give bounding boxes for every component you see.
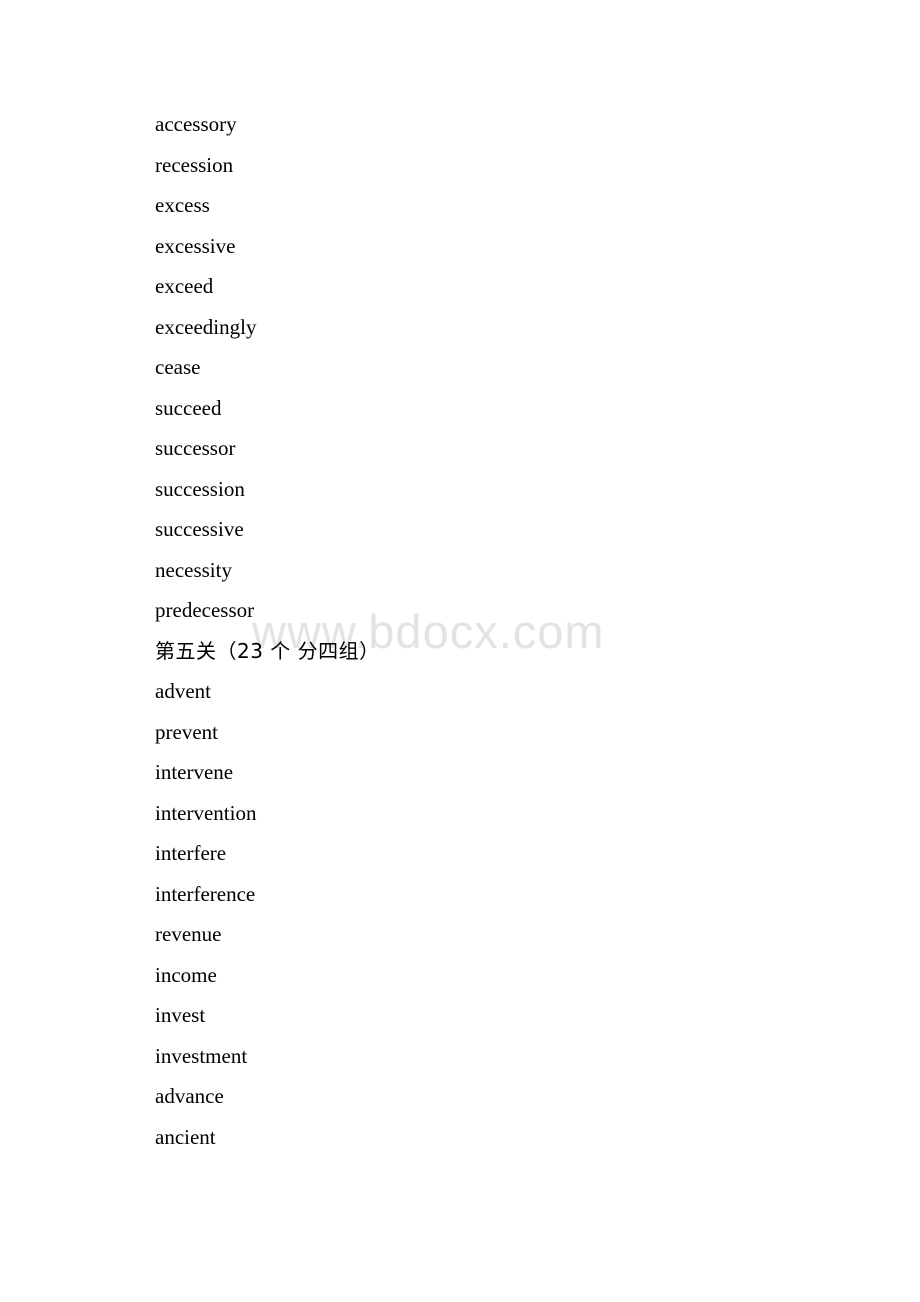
vocabulary-word: exceedingly xyxy=(155,314,257,339)
vocabulary-word: investment xyxy=(155,1043,248,1068)
vocabulary-word: revenue xyxy=(155,922,222,946)
vocabulary-word: excess xyxy=(155,193,210,217)
vocabulary-word: successive xyxy=(155,517,244,541)
vocabulary-word: predecessor xyxy=(155,598,255,622)
vocabulary-word: succession xyxy=(155,476,245,501)
vocabulary-word: recession xyxy=(155,152,234,177)
vocabulary-word: income xyxy=(155,962,217,987)
vocabulary-word: intervention xyxy=(155,800,257,825)
vocabulary-word: advent xyxy=(155,679,211,703)
vocabulary-word: invest xyxy=(155,1003,206,1027)
document-page: www.bdocx.com accessory recession excess ex… xyxy=(0,0,920,1302)
vocabulary-word: interference xyxy=(155,881,256,906)
vocabulary-word: excessive xyxy=(155,233,236,258)
document-body: accessory recession excess excessive exceed e… xyxy=(155,104,855,1157)
vocabulary-word: successor xyxy=(155,436,236,460)
vocabulary-word: cease xyxy=(155,355,201,379)
section-heading: 第五关（23 个 分四组） xyxy=(155,638,380,663)
vocabulary-word: intervene xyxy=(155,760,234,784)
vocabulary-word: prevent xyxy=(155,719,218,744)
vocabulary-word: interfere xyxy=(155,841,227,865)
vocabulary-word: exceed xyxy=(155,274,214,298)
vocabulary-word: necessity xyxy=(155,557,232,582)
vocabulary-word: accessory xyxy=(155,112,237,136)
vocabulary-word: advance xyxy=(155,1084,224,1108)
vocabulary-word: ancient xyxy=(155,1124,216,1149)
vocabulary-word: succeed xyxy=(155,395,222,420)
